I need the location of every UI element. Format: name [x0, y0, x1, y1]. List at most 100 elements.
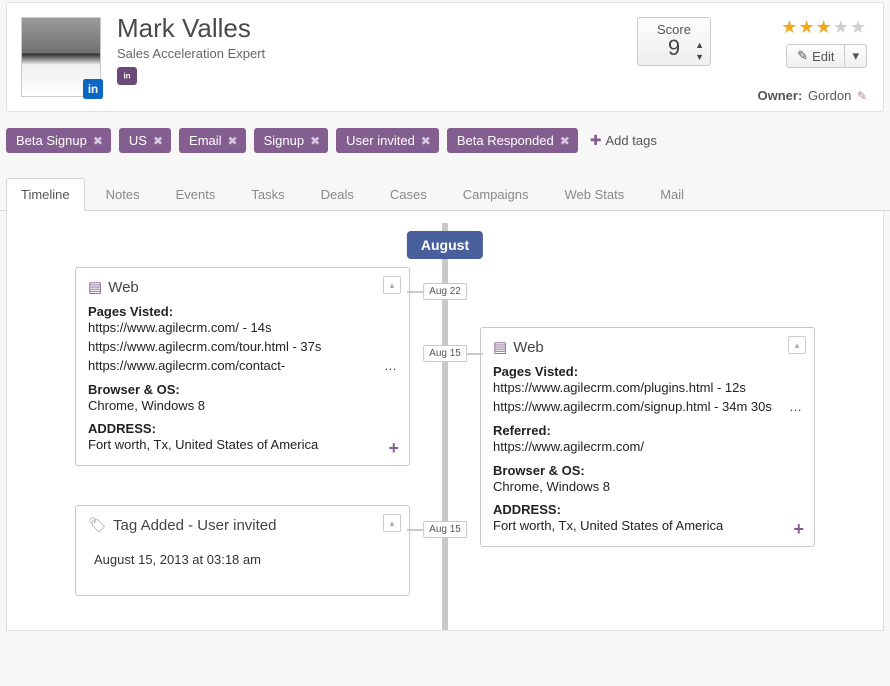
star-icon[interactable]: ★: [833, 17, 850, 37]
pages-label: Pages Visted:: [493, 364, 802, 379]
card-title: Web: [108, 279, 139, 296]
collapse-button[interactable]: ▴: [383, 514, 401, 532]
tab-deals[interactable]: Deals: [306, 178, 369, 211]
tab-tasks[interactable]: Tasks: [236, 178, 299, 211]
score-down-icon[interactable]: ▼: [695, 52, 704, 62]
page-visit: https://www.agilecrm.com/contact-…: [88, 357, 397, 376]
browser-label: Browser & OS:: [493, 463, 802, 478]
tag-label: Email: [189, 133, 222, 148]
page-visit: https://www.agilecrm.com/tour.html - 37s: [88, 338, 397, 357]
tag-remove-icon[interactable]: ✖: [93, 134, 103, 148]
collapse-button[interactable]: ▴: [788, 336, 806, 354]
tag-remove-icon[interactable]: ✖: [228, 134, 238, 148]
tab-mail[interactable]: Mail: [645, 178, 699, 211]
referred-value: https://www.agilecrm.com/: [493, 438, 802, 457]
address-value: Fort worth, Tx, United States of America: [493, 517, 802, 536]
browser-label: Browser & OS:: [88, 382, 397, 397]
web-icon: ▤: [88, 278, 102, 296]
plus-icon: ✚: [590, 132, 602, 149]
name-block: Mark Valles Sales Acceleration Expert in: [117, 17, 621, 85]
star-icon[interactable]: ★: [816, 17, 833, 37]
tab-timeline[interactable]: Timeline: [6, 178, 85, 211]
timeline: August Aug 22 Aug 15 Aug 15 ▴ ▤Web Pages…: [6, 211, 884, 631]
tag-icon: 🏷: [88, 516, 107, 534]
timeline-card-web[interactable]: ▴ ▤Web Pages Visted: https://www.agilecr…: [75, 267, 410, 466]
score-value: 9: [648, 37, 700, 59]
edit-dropdown[interactable]: ▾: [845, 44, 867, 68]
tag-remove-icon[interactable]: ✖: [421, 134, 431, 148]
web-icon: ▤: [493, 338, 507, 356]
linkedin-icon: in: [120, 70, 134, 82]
card-body: August 15, 2013 at 03:18 am: [88, 542, 397, 585]
tags-row: Beta Signup ✖ US ✖ Email ✖ Signup✖ User inv…: [6, 128, 884, 153]
pencil-icon: ✎: [797, 48, 808, 64]
add-tags-label: Add tags: [606, 133, 657, 148]
star-icon[interactable]: ★: [850, 17, 867, 37]
card-title: Tag Added - User invited: [113, 517, 276, 534]
chevron-up-icon: ▴: [390, 280, 395, 291]
address-value: Fort worth, Tx, United States of America: [88, 436, 397, 455]
score-box[interactable]: Score 9 ▲ ▼: [637, 17, 711, 66]
tab-webstats[interactable]: Web Stats: [549, 178, 639, 211]
edit-button-group: ✎ Edit ▾: [786, 44, 867, 68]
timeline-card-tag[interactable]: ▴ 🏷 Tag Added - User invited August 15, 2…: [75, 505, 410, 596]
owner-label: Owner:: [758, 88, 803, 103]
rating-stars[interactable]: ★★★★★: [781, 17, 867, 38]
contact-title: Sales Acceleration Expert: [117, 46, 621, 61]
browser-value: Chrome, Windows 8: [493, 478, 802, 497]
ellipsis-icon[interactable]: …: [789, 398, 802, 417]
ellipsis-icon[interactable]: …: [384, 357, 397, 376]
timeline-date: Aug 15: [423, 521, 467, 538]
page-visit: https://www.agilecrm.com/ - 14s: [88, 319, 397, 338]
svg-text:in: in: [123, 72, 130, 81]
tab-events[interactable]: Events: [161, 178, 231, 211]
header-right: ★★★★★ ✎ Edit ▾: [727, 17, 867, 68]
tag-label: User invited: [346, 133, 415, 148]
tab-campaigns[interactable]: Campaigns: [448, 178, 544, 211]
owner-edit-icon[interactable]: ✎: [857, 89, 867, 103]
tag-remove-icon[interactable]: ✖: [560, 134, 570, 148]
tag-label: Beta Responded: [457, 133, 554, 148]
chevron-up-icon: ▴: [390, 518, 395, 529]
contact-header: in Mark Valles Sales Acceleration Expert…: [6, 2, 884, 112]
owner-name: Gordon: [808, 88, 851, 103]
card-title: Web: [513, 339, 544, 356]
svg-text:in: in: [88, 83, 98, 96]
tag[interactable]: User invited ✖: [336, 128, 439, 153]
timeline-month: August: [407, 231, 483, 259]
browser-value: Chrome, Windows 8: [88, 397, 397, 416]
timeline-card-web[interactable]: ▴ ▤ Web Pages Visted: https://www.agilecr…: [480, 327, 815, 547]
tag-remove-icon[interactable]: ✖: [310, 134, 320, 148]
tabs: Timeline Notes Events Tasks Deals Cases …: [0, 177, 890, 211]
tag-remove-icon[interactable]: ✖: [153, 134, 163, 148]
linkedin-chip[interactable]: in: [117, 67, 137, 85]
tag[interactable]: Email ✖: [179, 128, 246, 153]
tag[interactable]: Beta Signup ✖: [6, 128, 111, 153]
caret-down-icon: ▾: [852, 48, 859, 64]
owner-line: Owner: Gordon ✎: [758, 88, 867, 103]
address-label: ADDRESS:: [88, 421, 397, 436]
timeline-date: Aug 15: [423, 345, 467, 362]
linkedin-badge-icon[interactable]: in: [83, 79, 103, 99]
contact-name: Mark Valles: [117, 13, 621, 44]
star-icon[interactable]: ★: [798, 17, 815, 37]
collapse-button[interactable]: ▴: [383, 276, 401, 294]
avatar[interactable]: in: [21, 17, 101, 97]
tab-cases[interactable]: Cases: [375, 178, 442, 211]
add-tags-button[interactable]: ✚ Add tags: [590, 132, 657, 149]
tag[interactable]: Signup✖: [254, 128, 329, 153]
tag-label: US: [129, 133, 147, 148]
score-stepper[interactable]: ▲ ▼: [695, 40, 704, 62]
tag-label: Beta Signup: [16, 133, 87, 148]
add-icon[interactable]: +: [388, 438, 399, 459]
page-visit: https://www.agilecrm.com/plugins.html - …: [493, 379, 802, 398]
tag[interactable]: Beta Responded ✖: [447, 128, 578, 153]
tab-notes[interactable]: Notes: [91, 178, 155, 211]
address-label: ADDRESS:: [493, 502, 802, 517]
edit-button[interactable]: ✎ Edit: [786, 44, 845, 68]
score-up-icon[interactable]: ▲: [695, 40, 704, 50]
referred-label: Referred:: [493, 423, 802, 438]
add-icon[interactable]: +: [793, 519, 804, 540]
tag[interactable]: US ✖: [119, 128, 171, 153]
star-icon[interactable]: ★: [781, 17, 798, 37]
